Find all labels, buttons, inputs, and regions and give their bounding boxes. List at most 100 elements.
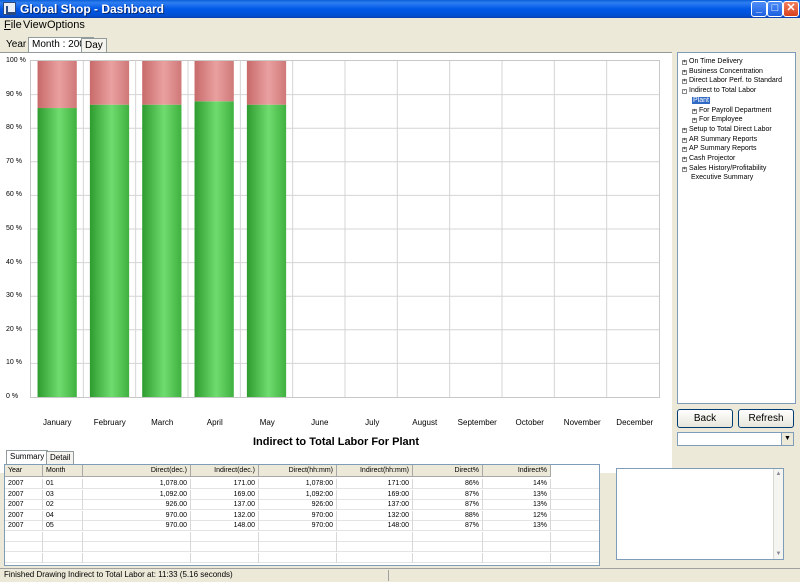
column-header[interactable]: Month bbox=[43, 465, 83, 477]
tree-item[interactable]: + Sales History/Profitability bbox=[682, 164, 766, 173]
report-tree[interactable]: + On Time Delivery + Business Concentration… bbox=[677, 52, 796, 404]
bar-indirect-february bbox=[89, 61, 130, 105]
grid-cell: 171.00 bbox=[191, 479, 259, 489]
window-title: Global Shop - Dashboard bbox=[20, 2, 165, 16]
column-header[interactable]: Direct(hh:mm) bbox=[259, 465, 337, 477]
collapse-icon[interactable]: - bbox=[682, 89, 687, 95]
menu-options[interactable]: Options bbox=[47, 19, 85, 31]
grid-cell bbox=[5, 542, 43, 552]
expand-icon[interactable]: + bbox=[682, 69, 687, 75]
tab-summary[interactable]: Summary bbox=[6, 450, 49, 465]
grid-cell bbox=[483, 552, 551, 563]
x-tick-label: April bbox=[206, 418, 223, 427]
tree-item[interactable]: + On Time Delivery bbox=[682, 57, 743, 66]
column-header[interactable]: Indirect% bbox=[483, 465, 551, 477]
expand-icon[interactable]: + bbox=[682, 166, 687, 172]
y-tick-label: 10 % bbox=[6, 359, 22, 367]
grid-cell: 1,092.00 bbox=[83, 489, 191, 500]
y-tick-label: 100 % bbox=[6, 57, 26, 64]
grid-cell: 137.00 bbox=[191, 500, 259, 510]
expand-icon[interactable]: + bbox=[692, 108, 697, 114]
tab-day[interactable]: Day bbox=[81, 38, 107, 52]
summary-grid[interactable]: Year Month Direct(dec.) Indirect(dec.) Direc… bbox=[4, 464, 600, 566]
y-tick-label: 70 % bbox=[6, 157, 22, 165]
grid-cell bbox=[191, 552, 259, 563]
tree-item[interactable]: + For Payroll Department bbox=[692, 106, 771, 115]
menu-file-accel: F bbox=[4, 19, 11, 31]
notes-scrollbar[interactable]: ▲ ▼ bbox=[773, 469, 783, 559]
tree-item-label: AR Summary Reports bbox=[689, 135, 758, 143]
column-header[interactable]: Direct(dec.) bbox=[83, 465, 191, 477]
expand-icon[interactable]: + bbox=[682, 147, 687, 153]
grid-cell: 2007 bbox=[5, 479, 43, 489]
tree-item[interactable]: + Setup to Total Direct Labor bbox=[682, 125, 772, 134]
y-tick-label: 40 % bbox=[6, 258, 22, 266]
grid-cell bbox=[5, 552, 43, 563]
grid-cell: 1,078.00 bbox=[83, 479, 191, 489]
expand-icon[interactable]: + bbox=[682, 157, 687, 162]
grid-cell: 970:00 bbox=[259, 521, 337, 531]
scroll-up-icon[interactable]: ▲ bbox=[775, 470, 782, 478]
x-tick-label: May bbox=[259, 418, 275, 427]
grid-cell bbox=[43, 552, 83, 563]
grid-cell: 169.00 bbox=[191, 489, 259, 500]
grid-header-row: Year Month Direct(dec.) Indirect(dec.) Direc… bbox=[5, 465, 599, 477]
tree-item[interactable]: + Direct Labor Perf. to Standard bbox=[682, 76, 782, 85]
tree-item[interactable]: Executive Summary bbox=[682, 173, 753, 182]
column-header[interactable]: Indirect(dec.) bbox=[191, 465, 259, 477]
grid-cell: 87% bbox=[413, 489, 483, 500]
back-button[interactable]: Back bbox=[677, 409, 733, 428]
table-row[interactable]: 2007 05 970.00 148.00 970:00 148:00 87% 13% bbox=[5, 521, 599, 531]
table-row[interactable]: 2007 02 926.00 137.00 926:00 137:00 87% 13% bbox=[5, 500, 599, 510]
tree-item[interactable]: + AR Summary Reports bbox=[682, 135, 757, 144]
report-combo[interactable]: ▼ bbox=[677, 432, 794, 446]
tree-item[interactable]: Plant bbox=[692, 96, 710, 105]
expand-icon[interactable]: + bbox=[682, 127, 687, 133]
bar-direct-april bbox=[194, 101, 234, 397]
grid-cell bbox=[337, 531, 413, 542]
table-row[interactable]: 2007 04 970.00 132.00 970:00 132:00 88% 12% bbox=[5, 510, 599, 521]
column-header[interactable]: Year bbox=[5, 465, 43, 477]
grid-cell bbox=[83, 542, 191, 552]
table-row[interactable]: 2007 01 1,078.00 171.00 1,078:00 171:00 86% 14% bbox=[5, 479, 599, 489]
expand-icon[interactable]: + bbox=[682, 137, 687, 143]
tree-item[interactable]: + Cash Projector bbox=[682, 154, 735, 163]
scroll-down-icon[interactable]: ▼ bbox=[775, 550, 782, 558]
column-header[interactable]: Indirect(hh:mm) bbox=[337, 465, 413, 477]
x-tick-label: March bbox=[151, 418, 174, 427]
y-tick-label: 80 % bbox=[6, 124, 22, 132]
grid-cell bbox=[259, 531, 337, 542]
grid-cell: 132.00 bbox=[191, 510, 259, 521]
menu-view[interactable]: View bbox=[23, 19, 47, 31]
grid-cell: 13% bbox=[483, 489, 551, 500]
expand-icon[interactable]: + bbox=[692, 118, 697, 124]
table-row[interactable]: 2007 03 1,092.00 169.00 1,092:00 169:00 87% 13% bbox=[5, 489, 599, 500]
grid-cell: 148:00 bbox=[337, 521, 413, 531]
chevron-down-icon[interactable]: ▼ bbox=[781, 433, 793, 445]
grid-cell bbox=[259, 542, 337, 552]
tree-item[interactable]: - Indirect to Total Labor bbox=[682, 86, 756, 95]
tree-item[interactable]: + AP Summary Reports bbox=[682, 144, 757, 153]
minimize-button[interactable]: _ bbox=[751, 1, 767, 17]
x-tick-label: November bbox=[563, 418, 601, 427]
bar-indirect-march bbox=[142, 61, 182, 105]
close-button[interactable]: ✕ bbox=[783, 1, 799, 17]
column-header[interactable]: Direct% bbox=[413, 465, 483, 477]
tree-item[interactable]: + Business Concentration bbox=[682, 67, 763, 76]
refresh-button[interactable]: Refresh bbox=[738, 409, 794, 428]
x-tick-label: February bbox=[93, 418, 126, 427]
grid-cell: 926:00 bbox=[259, 500, 337, 510]
maximize-button[interactable]: □ bbox=[767, 1, 783, 17]
grid-cell: 137:00 bbox=[337, 500, 413, 510]
expand-icon[interactable]: + bbox=[682, 79, 687, 85]
menu-file[interactable]: File bbox=[4, 19, 22, 31]
tree-item[interactable]: + For Employee bbox=[692, 115, 743, 124]
grid-cell bbox=[413, 542, 483, 552]
grid-cell: 970.00 bbox=[83, 521, 191, 531]
grid-cell: 926.00 bbox=[83, 500, 191, 510]
expand-icon[interactable]: + bbox=[682, 60, 687, 65]
tab-year[interactable]: Year bbox=[3, 38, 29, 52]
notes-textarea[interactable]: ▲ ▼ bbox=[616, 468, 784, 560]
tab-detail[interactable]: Detail bbox=[46, 451, 75, 464]
bar-indirect-may bbox=[246, 61, 287, 105]
